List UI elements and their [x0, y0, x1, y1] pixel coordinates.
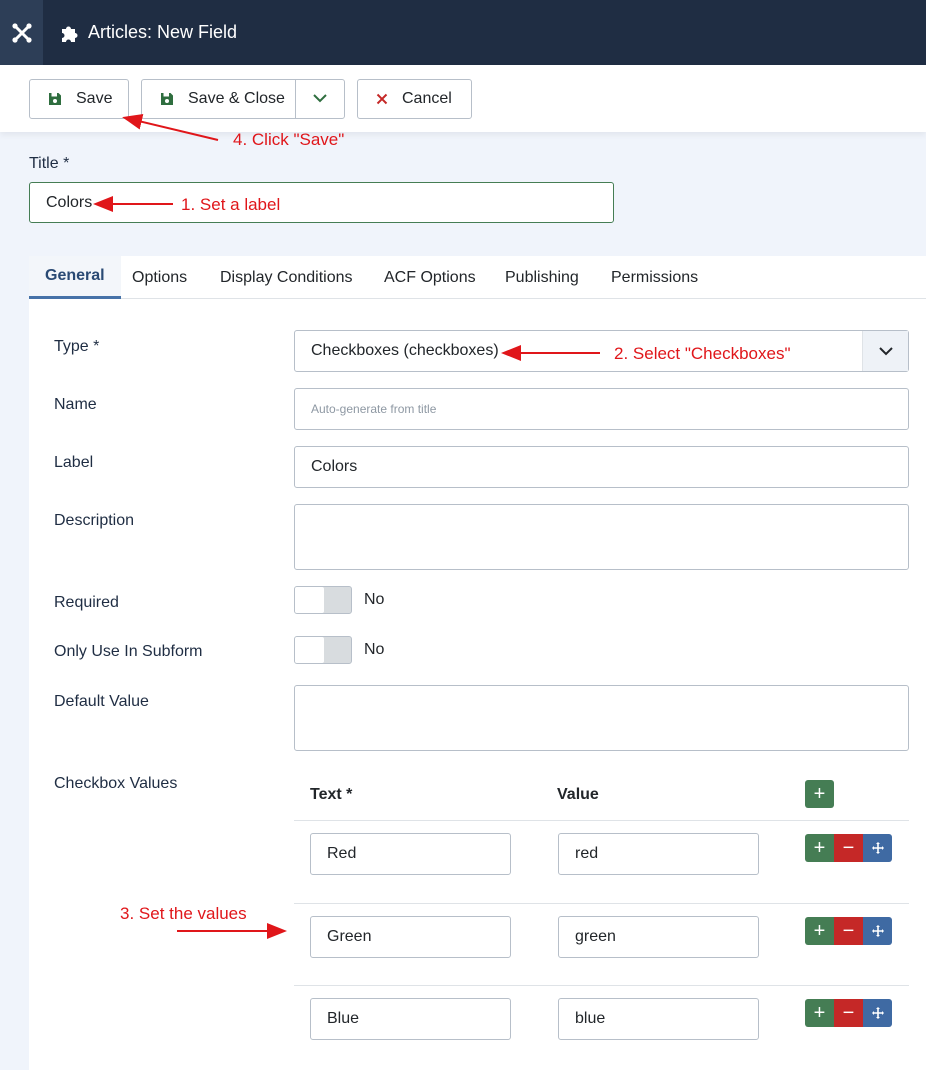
row-3-move-icon[interactable]: [863, 999, 892, 1027]
toolbar: Save Save & Close Cancel: [0, 65, 926, 132]
description-textarea[interactable]: [294, 504, 909, 570]
annotation-step-1: 1. Set a label: [181, 195, 281, 214]
tab-display-conditions[interactable]: Display Conditions: [220, 256, 353, 299]
close-icon: [376, 93, 388, 105]
row-3-value-input[interactable]: [558, 998, 759, 1040]
annotation-step-3: 3. Set the values: [120, 904, 247, 923]
chevron-down-icon: [312, 90, 328, 108]
default-value-label: Default Value: [54, 693, 149, 710]
column-header-text: Text *: [310, 786, 353, 803]
only-subform-toggle[interactable]: [294, 636, 352, 664]
name-input[interactable]: [294, 388, 909, 430]
description-label: Description: [54, 512, 135, 529]
type-select[interactable]: Checkboxes (checkboxes): [294, 330, 909, 372]
add-row-button[interactable]: +: [805, 780, 834, 808]
cancel-button[interactable]: Cancel: [357, 79, 472, 119]
row-3-remove-button[interactable]: −: [834, 999, 863, 1027]
row-3-add-button[interactable]: +: [805, 999, 834, 1027]
save-close-label: Save & Close: [188, 90, 285, 107]
annotation-step-4: 4. Click "Save": [233, 130, 345, 149]
field-form-panel: General Options Display Conditions ACF O…: [29, 256, 926, 1070]
chevron-down-icon: [862, 331, 908, 371]
only-subform-label: Only Use In Subform: [54, 643, 203, 660]
page-title-text: Articles: New Field: [88, 22, 238, 42]
required-state: No: [364, 591, 385, 608]
label-label: Label: [54, 454, 94, 471]
row-3-text-input[interactable]: [310, 998, 511, 1040]
row-2-move-icon[interactable]: [863, 917, 892, 945]
tab-bar: General Options Display Conditions ACF O…: [29, 256, 926, 299]
tab-general[interactable]: General: [29, 256, 121, 299]
row-2-remove-button[interactable]: −: [834, 917, 863, 945]
checkbox-values-label: Checkbox Values: [54, 775, 178, 792]
type-select-value: Checkboxes (checkboxes): [311, 342, 499, 359]
title-label: Title *: [29, 155, 70, 172]
title-input[interactable]: [29, 182, 614, 223]
tab-acf-options[interactable]: ACF Options: [384, 256, 476, 299]
page-title: Articles: New Field: [60, 0, 237, 65]
joomla-logo-icon[interactable]: [0, 0, 43, 65]
save-options-dropdown-button[interactable]: [295, 79, 345, 119]
annotation-step-2: 2. Select "Checkboxes": [614, 344, 791, 363]
floppy-disk-icon: [48, 92, 62, 106]
puzzle-icon: [60, 23, 80, 43]
save-close-button[interactable]: Save & Close: [141, 79, 296, 119]
row-2-add-button[interactable]: +: [805, 917, 834, 945]
row-2-value-input[interactable]: [558, 916, 759, 958]
row-2-text-input[interactable]: [310, 916, 511, 958]
row-1-move-icon[interactable]: [863, 834, 892, 862]
type-label: Type *: [54, 338, 100, 355]
default-value-textarea[interactable]: [294, 685, 909, 751]
tab-options[interactable]: Options: [132, 256, 187, 299]
floppy-disk-icon: [160, 92, 174, 106]
cancel-label: Cancel: [402, 90, 452, 107]
row-1-text-input[interactable]: [310, 833, 511, 875]
tab-publishing[interactable]: Publishing: [505, 256, 579, 299]
tab-permissions[interactable]: Permissions: [611, 256, 698, 299]
row-1-remove-button[interactable]: −: [834, 834, 863, 862]
only-subform-state: No: [364, 641, 385, 658]
required-toggle[interactable]: [294, 586, 352, 614]
required-label: Required: [54, 594, 119, 611]
row-1-add-button[interactable]: +: [805, 834, 834, 862]
row-1-value-input[interactable]: [558, 833, 759, 875]
save-label: Save: [76, 90, 113, 107]
name-label: Name: [54, 396, 97, 413]
label-input[interactable]: [294, 446, 909, 488]
top-header: Articles: New Field: [0, 0, 926, 65]
save-button[interactable]: Save: [29, 79, 129, 119]
column-header-value: Value: [557, 786, 599, 803]
